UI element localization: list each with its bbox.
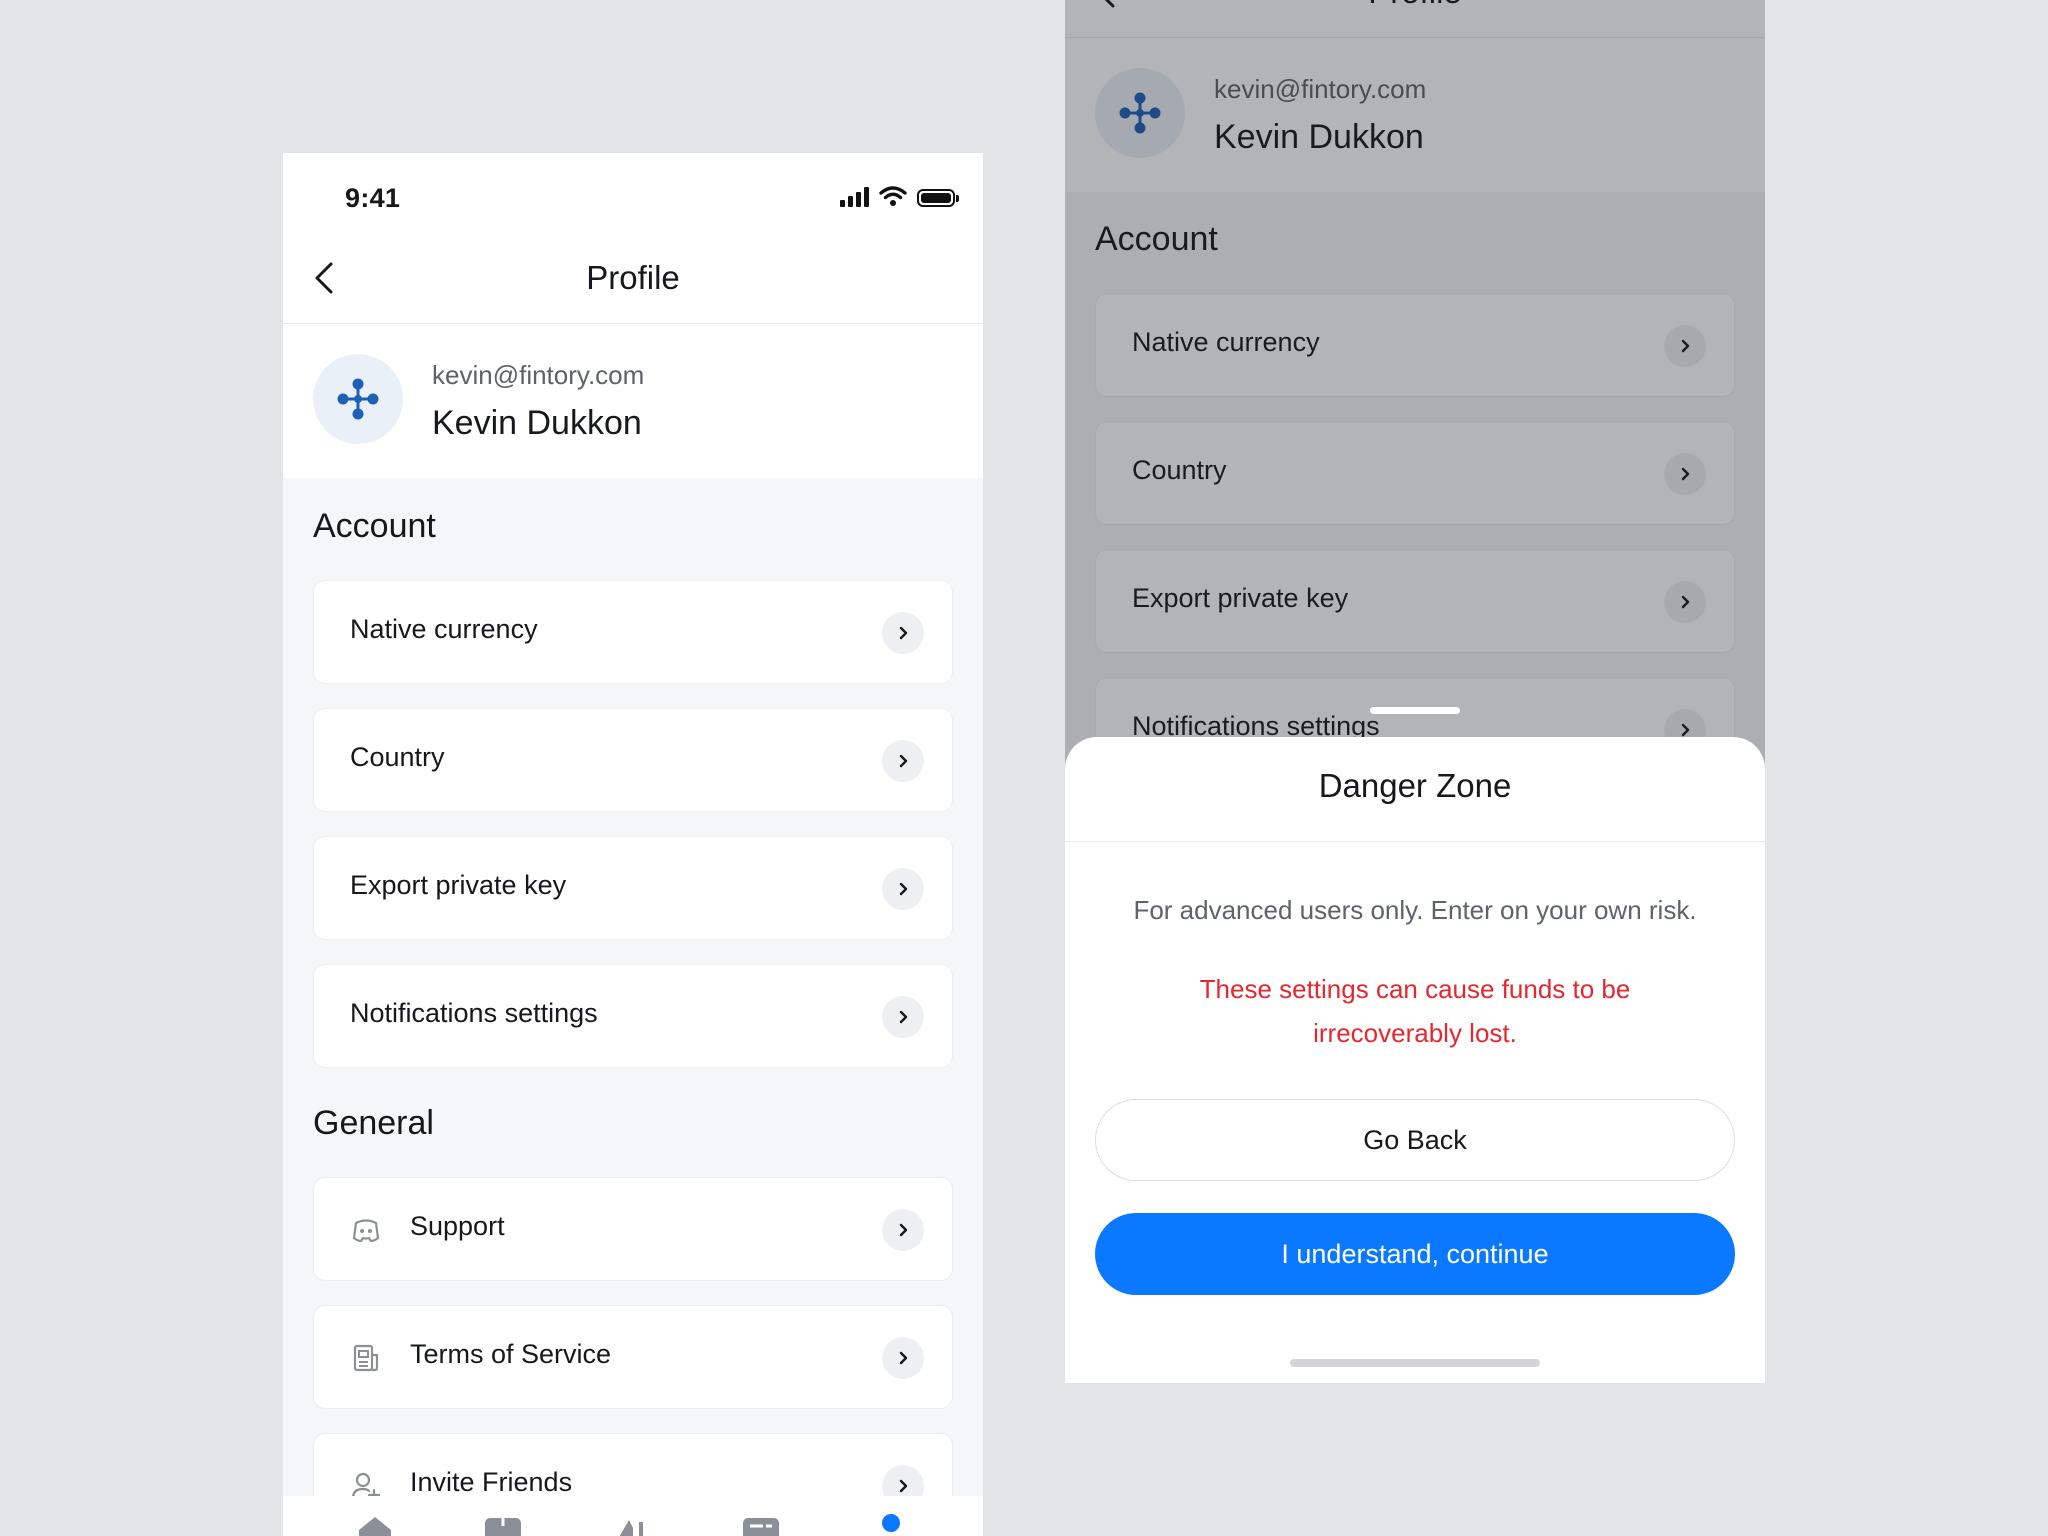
danger-zone-sheet: Danger Zone For advanced users only. Ent… bbox=[1065, 737, 1765, 1383]
settings-item-export-private-key[interactable]: Export private key bbox=[313, 836, 953, 940]
profile-name: Kevin Dukkon bbox=[432, 404, 642, 442]
go-back-button[interactable]: Go Back bbox=[1095, 1099, 1735, 1181]
home-indicator bbox=[1290, 1359, 1540, 1367]
profile-icon[interactable] bbox=[871, 1514, 911, 1536]
discord-icon bbox=[352, 1219, 380, 1243]
settings-item-label: Invite Friends bbox=[410, 1467, 573, 1497]
divider bbox=[1065, 841, 1765, 842]
chevron-right-icon bbox=[882, 1337, 924, 1379]
document-icon bbox=[353, 1344, 379, 1372]
chevron-right-icon bbox=[882, 996, 924, 1038]
list-icon[interactable] bbox=[741, 1514, 781, 1536]
profile-screen: 9:41 Profile kevin@fintory.com Kevin Duk… bbox=[283, 153, 983, 1536]
chevron-right-icon bbox=[882, 868, 924, 910]
wifi-icon bbox=[879, 186, 907, 206]
signal-icon bbox=[840, 185, 869, 207]
nav-bar: Profile bbox=[283, 233, 983, 324]
sheet-warning: These settings can cause funds to be irr… bbox=[1199, 974, 1631, 1048]
section-title-account: Account bbox=[313, 507, 436, 545]
chevron-right-icon bbox=[882, 612, 924, 654]
chart-icon[interactable] bbox=[611, 1514, 651, 1536]
settings-item-notifications[interactable]: Notifications settings bbox=[313, 964, 953, 1068]
home-icon[interactable] bbox=[355, 1514, 395, 1536]
status-icons bbox=[840, 185, 959, 207]
chevron-right-icon bbox=[882, 740, 924, 782]
page-title: Profile bbox=[586, 259, 680, 296]
section-title-general: General bbox=[313, 1104, 434, 1142]
settings-item-label: Country bbox=[350, 742, 445, 772]
battery-icon bbox=[917, 189, 959, 207]
sheet-description: For advanced users only. Enter on your o… bbox=[1133, 895, 1697, 925]
profile-email: kevin@fintory.com bbox=[432, 360, 645, 390]
settings-item-label: Export private key bbox=[350, 870, 567, 900]
profile-screen-with-danger-sheet: Profile kevin@fintory.com Kevin Dukkon A… bbox=[1065, 0, 1765, 1383]
sheet-grabber[interactable] bbox=[1370, 707, 1460, 714]
settings-item-country[interactable]: Country bbox=[313, 708, 953, 812]
tab-bar bbox=[283, 1496, 983, 1536]
chevron-right-icon bbox=[882, 1209, 924, 1251]
settings-item-label: Notifications settings bbox=[350, 998, 598, 1028]
settings-item-label: Native currency bbox=[350, 614, 538, 644]
settings-item-label: Support bbox=[410, 1211, 505, 1241]
brand-logo-icon bbox=[337, 378, 379, 420]
wallet-icon[interactable] bbox=[483, 1514, 523, 1536]
profile-header: kevin@fintory.com Kevin Dukkon bbox=[283, 324, 983, 478]
status-time: 9:41 bbox=[345, 183, 401, 213]
continue-button[interactable]: I understand, continue bbox=[1095, 1213, 1735, 1295]
sheet-title: Danger Zone bbox=[1318, 767, 1512, 804]
settings-item-label: Terms of Service bbox=[410, 1339, 612, 1369]
settings-item-support[interactable]: Support bbox=[313, 1177, 953, 1281]
settings-item-native-currency[interactable]: Native currency bbox=[313, 580, 953, 684]
status-bar: 9:41 bbox=[283, 153, 983, 233]
settings-item-terms[interactable]: Terms of Service bbox=[313, 1305, 953, 1409]
avatar bbox=[313, 354, 403, 444]
